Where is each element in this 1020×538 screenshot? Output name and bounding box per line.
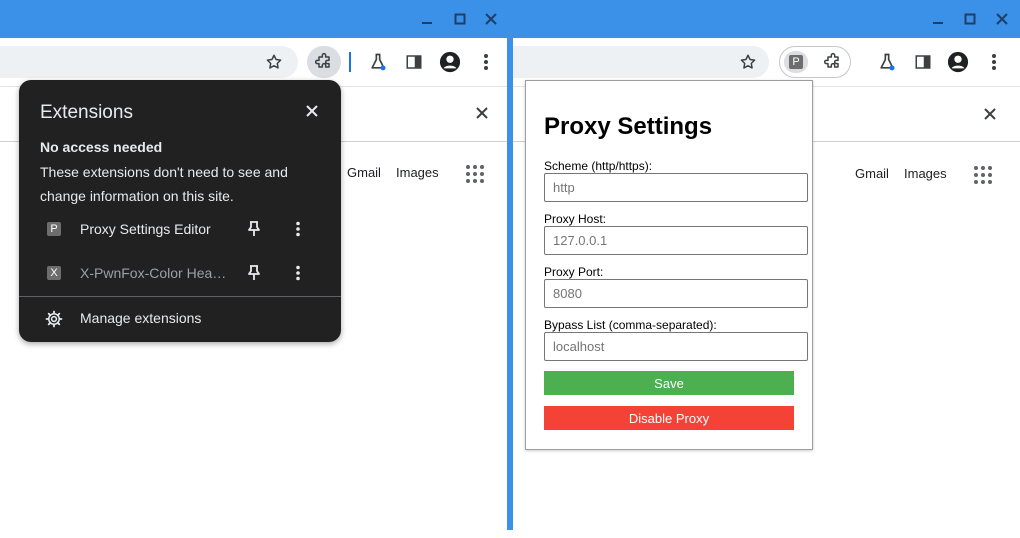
proxy-settings-popup: Proxy Settings Scheme (http/https): Prox… <box>525 80 813 450</box>
extensions-button[interactable] <box>307 46 341 78</box>
save-button[interactable]: Save <box>544 371 794 395</box>
browser-menu-button[interactable] <box>982 50 1006 74</box>
extension-name: X-PwnFox-Color Header <box>80 265 232 281</box>
images-link[interactable]: Images <box>904 166 947 181</box>
star-icon <box>740 54 756 69</box>
disable-proxy-button[interactable]: Disable Proxy <box>544 406 794 430</box>
address-bar[interactable] <box>513 46 769 78</box>
maximize-icon <box>454 13 466 25</box>
scheme-label: Scheme (http/https): <box>544 159 653 173</box>
close-icon <box>476 107 488 119</box>
close-icon <box>996 13 1008 25</box>
puzzle-icon <box>823 52 839 68</box>
manage-extensions-label: Manage extensions <box>80 310 202 326</box>
pin-icon <box>248 265 260 280</box>
pin-extension-button[interactable] <box>245 264 263 282</box>
proxy-extension-icon: P <box>47 222 61 236</box>
extension-more-button[interactable] <box>289 220 307 238</box>
extensions-popup: Extensions No access needed These extens… <box>19 80 341 342</box>
close-icon <box>485 13 497 25</box>
labs-button[interactable] <box>875 50 899 74</box>
extension-name: Proxy Settings Editor <box>80 221 211 237</box>
toolbar-separator <box>349 52 351 72</box>
maximize-button[interactable] <box>450 9 470 29</box>
bypass-input[interactable] <box>544 332 808 361</box>
proxy-extension-icon: P <box>789 55 803 69</box>
minimize-button[interactable] <box>928 9 948 29</box>
side-panel-button[interactable] <box>911 50 935 74</box>
extension-item-x-pwnfox[interactable]: X X-PwnFox-Color Header <box>19 252 341 296</box>
close-window-button[interactable] <box>992 9 1012 29</box>
maximize-button[interactable] <box>960 9 980 29</box>
extensions-popup-title: Extensions <box>40 102 133 123</box>
avatar-icon <box>947 51 969 73</box>
close-window-button[interactable] <box>481 9 501 29</box>
extensions-button[interactable] <box>821 50 845 74</box>
gmail-link[interactable]: Gmail <box>855 166 889 181</box>
side-panel-button[interactable] <box>402 50 426 74</box>
vertical-dots-icon <box>484 54 488 70</box>
puzzle-icon <box>314 52 330 68</box>
bookmark-star-button[interactable] <box>736 50 760 74</box>
host-label: Proxy Host: <box>544 212 607 226</box>
vertical-dots-icon <box>992 54 996 70</box>
proxy-settings-title: Proxy Settings <box>544 113 713 140</box>
title-bar <box>513 0 1020 38</box>
profile-button[interactable] <box>438 50 462 74</box>
bookmark-star-button[interactable] <box>262 50 286 74</box>
side-panel-icon <box>406 55 422 69</box>
extension-more-button[interactable] <box>289 264 307 282</box>
host-input[interactable] <box>544 226 808 255</box>
pin-extension-button[interactable] <box>245 220 263 238</box>
info-bar-close-button[interactable] <box>980 104 1000 124</box>
no-access-description: These extensions don't need to see and c… <box>40 164 288 204</box>
avatar-icon <box>439 51 461 73</box>
star-icon <box>266 54 282 69</box>
title-bar <box>0 0 510 38</box>
close-icon <box>306 105 318 117</box>
google-apps-icon[interactable] <box>974 166 992 184</box>
bypass-label: Bypass List (comma-separated): <box>544 318 717 332</box>
images-link[interactable]: Images <box>396 165 439 180</box>
maximize-icon <box>964 13 976 25</box>
vertical-dots-icon <box>296 265 300 281</box>
flask-icon <box>371 53 386 71</box>
proxy-extension-button[interactable]: P <box>784 51 808 73</box>
close-icon <box>984 108 996 120</box>
profile-button[interactable] <box>946 50 970 74</box>
manage-extensions-button[interactable]: Manage extensions <box>19 297 341 341</box>
gear-icon <box>45 310 63 328</box>
port-label: Proxy Port: <box>544 265 604 279</box>
extension-item-proxy-settings-editor[interactable]: P Proxy Settings Editor <box>19 208 341 252</box>
vertical-dots-icon <box>296 221 300 237</box>
address-bar[interactable] <box>0 46 298 78</box>
browser-menu-button[interactable] <box>474 50 498 74</box>
pin-icon <box>248 221 260 236</box>
port-input[interactable] <box>544 279 808 308</box>
extensions-popup-close-button[interactable] <box>302 101 322 121</box>
scheme-input[interactable] <box>544 173 808 202</box>
minimize-button[interactable] <box>417 9 437 29</box>
no-access-heading: No access needed <box>40 139 163 155</box>
flask-icon <box>880 53 895 71</box>
gmail-link[interactable]: Gmail <box>347 165 381 180</box>
minimize-icon <box>933 22 943 24</box>
info-bar-close-button[interactable] <box>472 103 492 123</box>
pwnfox-extension-icon: X <box>47 266 61 280</box>
labs-button[interactable] <box>366 50 390 74</box>
minimize-icon <box>422 22 432 24</box>
google-apps-icon[interactable] <box>466 165 484 183</box>
side-panel-icon <box>915 55 931 69</box>
